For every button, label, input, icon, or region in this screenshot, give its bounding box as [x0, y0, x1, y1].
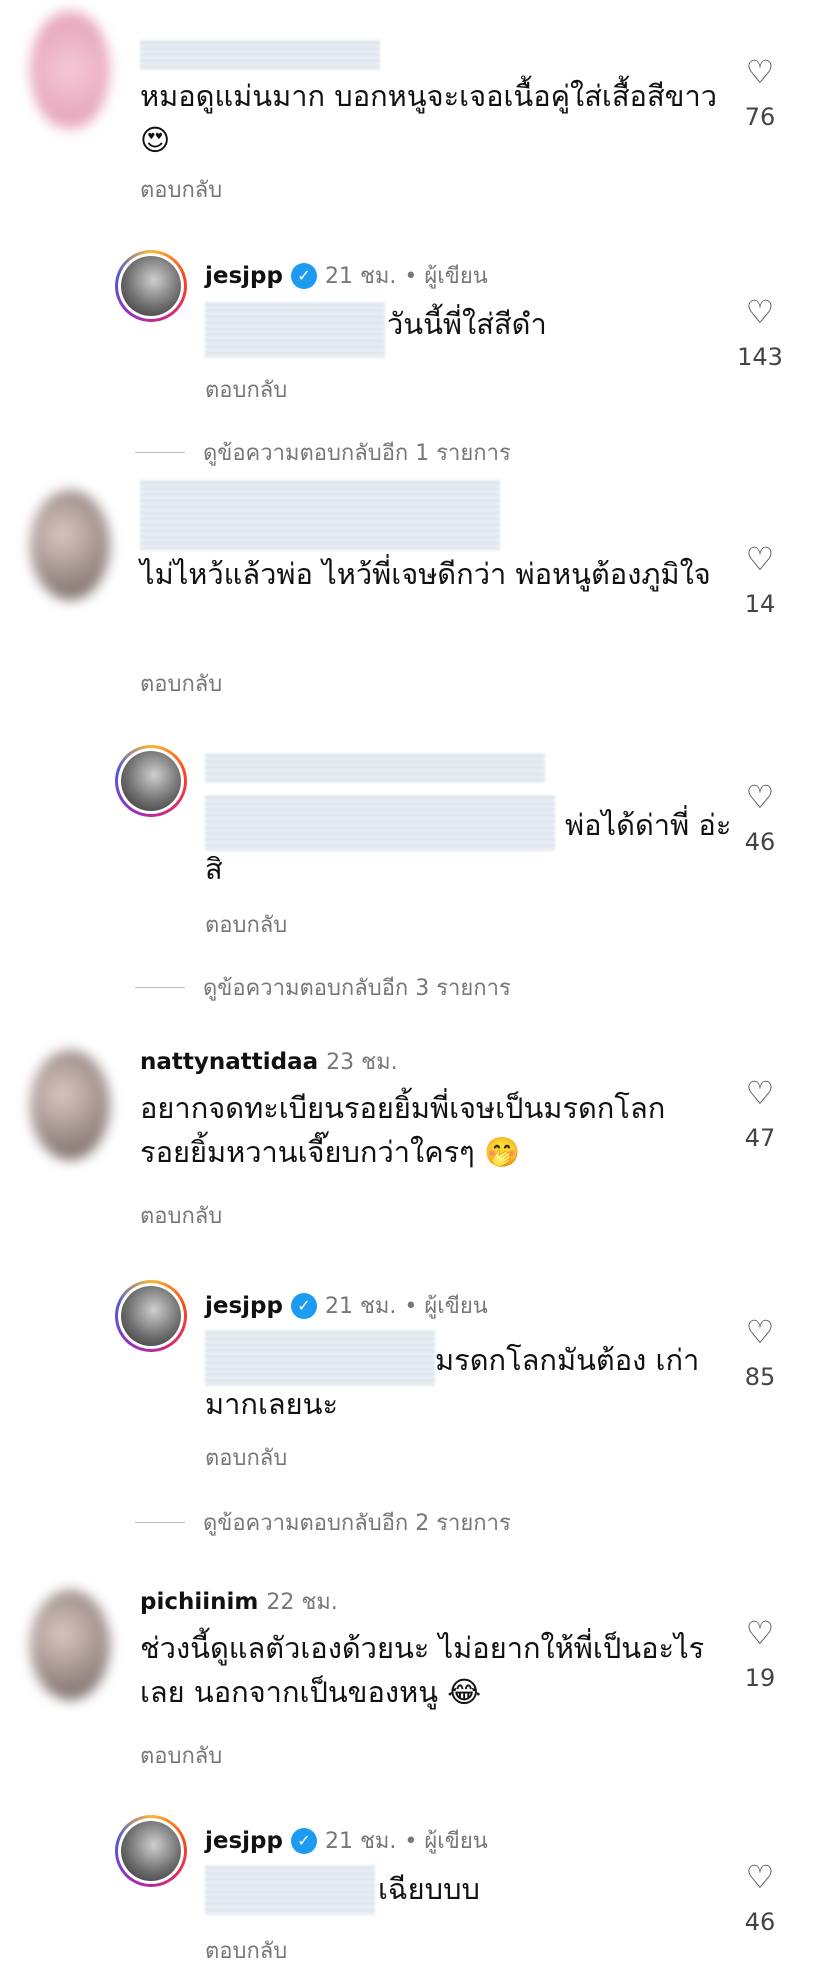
reply-button[interactable]: ตอบกลับ: [140, 666, 222, 701]
reply-button[interactable]: ตอบกลับ: [140, 172, 222, 207]
username[interactable]: jesjpp: [205, 1828, 283, 1854]
timestamp: 21 ชม.: [324, 1294, 397, 1319]
comment-4: พ่อได้ด่าพี่ อ่ะสิ ตอบกลับ ♡ 46 ดูข้อควา…: [0, 745, 830, 1005]
like-button[interactable]: ♡ 19: [730, 1616, 790, 1692]
divider: [135, 987, 185, 988]
reply-button[interactable]: ตอบกลับ: [205, 372, 287, 407]
reply-button[interactable]: ตอบกลับ: [140, 1738, 222, 1773]
timestamp: 23 ชม.: [326, 1050, 398, 1075]
heart-icon: ♡: [745, 1614, 775, 1652]
author-avatar[interactable]: [115, 250, 187, 322]
view-more-label: ดูข้อความตอบกลับอีก 3 รายการ: [203, 976, 511, 1001]
author-avatar[interactable]: [115, 1280, 187, 1352]
timestamp: 22 ชม.: [266, 1590, 338, 1615]
comment-5: nattynattidaa 23 ชม. อยากจดทะเบียนรอยยิ้…: [0, 1040, 830, 1240]
comment-meta: jesjpp ✓ 21 ชม. • ผู้เขียน: [205, 1288, 488, 1323]
redacted-mention: [205, 302, 385, 358]
author-avatar[interactable]: [115, 745, 187, 817]
like-count: 14: [744, 590, 776, 618]
view-more-replies[interactable]: ดูข้อความตอบกลับอีก 3 รายการ: [135, 970, 511, 1005]
author-tag: • ผู้เขียน: [404, 1829, 488, 1854]
author-tag: • ผู้เขียน: [404, 1294, 488, 1319]
verified-badge-icon: ✓: [290, 262, 317, 289]
comment-text: วันนี้พี่ใส่สีดำ: [387, 307, 547, 341]
divider: [135, 452, 185, 453]
redacted-username: [140, 480, 500, 550]
like-count: 47: [744, 1124, 776, 1152]
view-more-label: ดูข้อความตอบกลับอีก 2 รายการ: [203, 1511, 511, 1536]
like-count: 85: [744, 1363, 776, 1391]
divider: [135, 1522, 185, 1523]
username[interactable]: jesjpp: [205, 263, 283, 289]
verified-badge-icon: ✓: [290, 1827, 317, 1854]
like-count: 76: [744, 103, 776, 131]
like-button[interactable]: ♡ 47: [730, 1076, 790, 1152]
username[interactable]: nattynattidaa: [140, 1049, 318, 1075]
commenter-avatar[interactable]: [30, 10, 110, 130]
heart-icon: ♡: [745, 1858, 775, 1896]
comment-text: พ่อได้ด่าพี่ อ่ะสิ: [205, 808, 732, 886]
like-button[interactable]: ♡ 46: [730, 1860, 790, 1936]
like-count: 143: [737, 343, 783, 371]
comment-meta: pichiinim 22 ชม.: [140, 1584, 338, 1619]
commenter-avatar[interactable]: [30, 1590, 110, 1700]
heart-icon: ♡: [745, 1074, 775, 1112]
author-tag: • ผู้เขียน: [404, 264, 488, 289]
comment-6: jesjpp ✓ 21 ชม. • ผู้เขียน มรดกโลกมันต้อ…: [0, 1280, 830, 1540]
timestamp: 21 ชม.: [324, 264, 397, 289]
username[interactable]: jesjpp: [205, 1293, 283, 1319]
redacted-mention: [205, 1865, 375, 1915]
view-more-replies[interactable]: ดูข้อความตอบกลับอีก 1 รายการ: [135, 435, 511, 470]
comment-2: jesjpp ✓ 21 ชม. • ผู้เขียน วันนี้พี่ใส่ส…: [0, 250, 830, 466]
comment-text: ไม่ไหว้แล้วพ่อ ไหว้พี่เจษดีกว่า พ่อหนูต้…: [140, 557, 711, 591]
comment-1: หมอดูแม่นมาก บอกหนูจะเจอเนื้อคู่ใส่เสื้อ…: [0, 0, 830, 220]
reply-button[interactable]: ตอบกลับ: [140, 1198, 222, 1233]
comment-7: pichiinim 22 ชม. ช่วงนี้ดูแลตัวเองด้วยนะ…: [0, 1580, 830, 1780]
comment-text: ช่วงนี้ดูแลตัวเองด้วยนะ ไม่อยากให้พี่เป็…: [140, 1631, 705, 1709]
timestamp: 21 ชม.: [324, 1829, 397, 1854]
like-button[interactable]: ♡ 46: [730, 780, 790, 856]
like-button[interactable]: ♡ 143: [730, 295, 790, 371]
comment-8: jesjpp ✓ 21 ชม. • ผู้เขียน เฉียบบบ ตอบกล…: [0, 1815, 830, 1973]
verified-badge-icon: ✓: [290, 1292, 317, 1319]
heart-icon: ♡: [745, 778, 775, 816]
commenter-avatar[interactable]: [30, 1050, 110, 1160]
redacted-username: [140, 40, 380, 70]
comment-meta: jesjpp ✓ 21 ชม. • ผู้เขียน: [205, 258, 488, 293]
like-button[interactable]: ♡ 85: [730, 1315, 790, 1391]
username[interactable]: pichiinim: [140, 1589, 258, 1615]
view-more-label: ดูข้อความตอบกลับอีก 1 รายการ: [203, 441, 511, 466]
reply-button[interactable]: ตอบกลับ: [205, 1933, 287, 1968]
heart-icon: ♡: [745, 540, 775, 578]
like-button[interactable]: ♡ 76: [730, 55, 790, 131]
view-more-replies[interactable]: ดูข้อความตอบกลับอีก 2 รายการ: [135, 1505, 511, 1540]
comment-meta: jesjpp ✓ 21 ชม. • ผู้เขียน: [205, 1823, 488, 1858]
heart-icon: ♡: [745, 53, 775, 91]
commenter-avatar[interactable]: [30, 490, 110, 600]
author-avatar[interactable]: [115, 1815, 187, 1887]
comment-3: ไม่ไหว้แล้วพ่อ ไหว้พี่เจษดีกว่า พ่อหนูต้…: [0, 470, 830, 710]
heart-icon: ♡: [745, 1313, 775, 1351]
like-count: 46: [744, 1908, 776, 1936]
like-count: 46: [744, 828, 776, 856]
heart-icon: ♡: [745, 293, 775, 331]
reply-button[interactable]: ตอบกลับ: [205, 1440, 287, 1475]
redacted-header: [205, 753, 545, 783]
comment-text: อยากจดทะเบียนรอยยิ้มพี่เจษเป็นมรดกโลก รอ…: [140, 1091, 666, 1169]
comment-text: มรดกโลกมันต้อง เก่ามากเลยนะ: [205, 1343, 700, 1421]
comment-meta: nattynattidaa 23 ชม.: [140, 1044, 398, 1079]
comment-text: เฉียบบบ: [378, 1872, 480, 1906]
reply-button[interactable]: ตอบกลับ: [205, 907, 287, 942]
comment-text: หมอดูแม่นมาก บอกหนูจะเจอเนื้อคู่ใส่เสื้อ…: [140, 79, 718, 157]
like-button[interactable]: ♡ 14: [730, 542, 790, 618]
like-count: 19: [744, 1664, 776, 1692]
